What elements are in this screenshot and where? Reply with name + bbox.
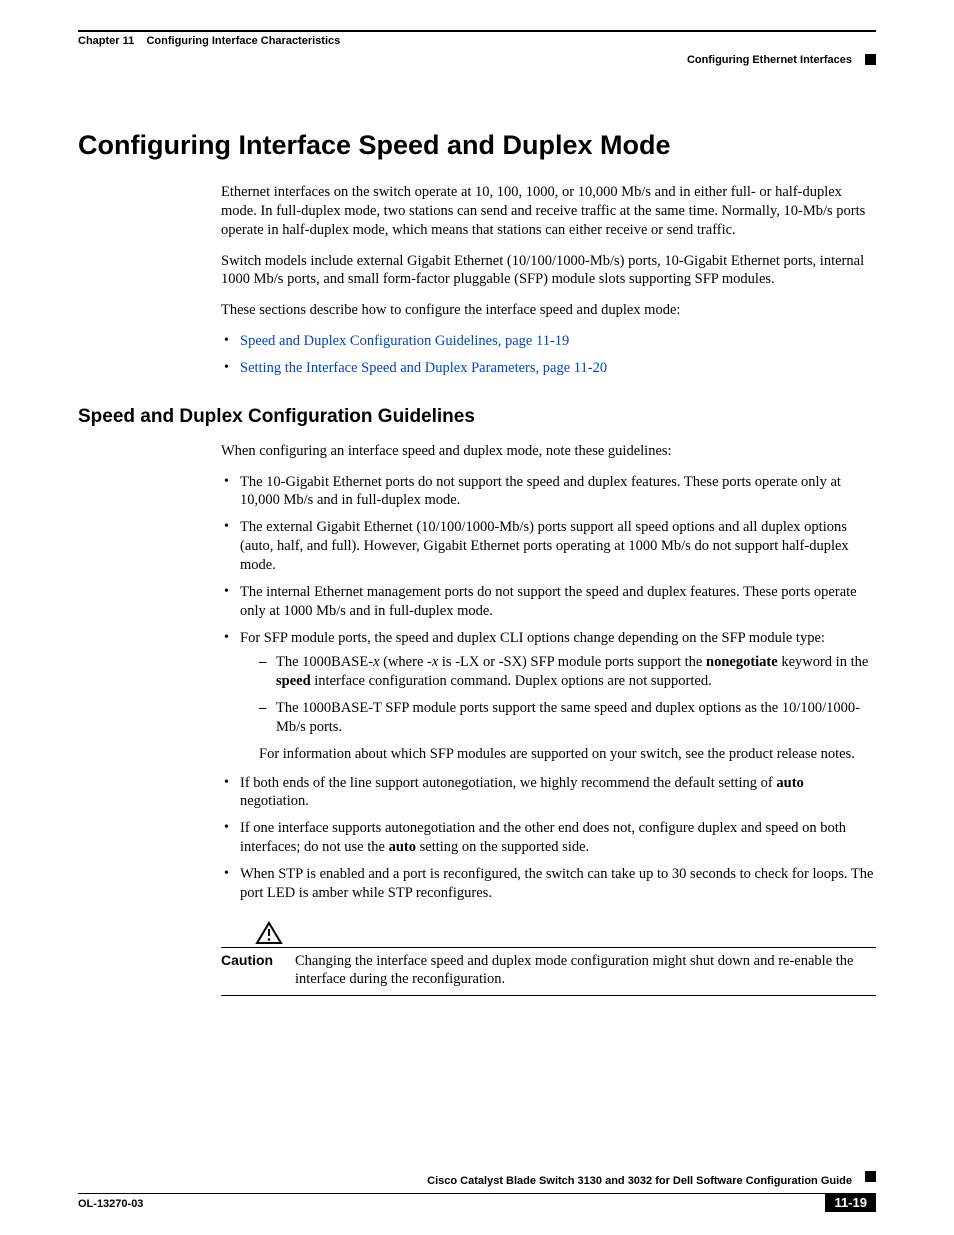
list-item: The internal Ethernet management ports d… — [221, 583, 876, 621]
intro-paragraph: These sections describe how to configure… — [221, 301, 876, 320]
list-item: The 1000BASE-x (where -x is -LX or -SX) … — [240, 653, 876, 691]
footer-block-icon — [865, 1171, 876, 1182]
list-item: The 1000BASE-T SFP module ports support … — [240, 699, 876, 737]
caution-icon — [255, 921, 283, 945]
guidelines-section: When configuring an interface speed and … — [221, 442, 876, 903]
list-item: Setting the Interface Speed and Duplex P… — [221, 359, 876, 378]
header-block-icon — [865, 54, 876, 65]
guidelines-list: The 10-Gigabit Ethernet ports do not sup… — [221, 473, 876, 903]
section-links-list: Speed and Duplex Configuration Guideline… — [221, 332, 876, 378]
list-item: If both ends of the line support autoneg… — [221, 774, 876, 812]
intro-paragraph: Switch models include external Gigabit E… — [221, 252, 876, 290]
footer-page-number: 11-19 — [825, 1193, 876, 1212]
guidelines-intro: When configuring an interface speed and … — [221, 442, 876, 461]
page-title: Configuring Interface Speed and Duplex M… — [78, 130, 876, 161]
list-item: If one interface supports autonegotiatio… — [221, 819, 876, 857]
chapter-title: Configuring Interface Characteristics — [146, 35, 340, 47]
list-item: The external Gigabit Ethernet (10/100/10… — [221, 518, 876, 575]
intro-paragraph: Ethernet interfaces on the switch operat… — [221, 183, 876, 240]
list-item: The 10-Gigabit Ethernet ports do not sup… — [221, 473, 876, 511]
chapter-number: Chapter 11 — [78, 35, 134, 47]
caution-label: Caution — [221, 952, 295, 990]
list-item: When STP is enabled and a port is reconf… — [221, 865, 876, 903]
caution-text: Changing the interface speed and duplex … — [295, 952, 876, 990]
cross-ref-link[interactable]: Setting the Interface Speed and Duplex P… — [240, 360, 607, 376]
sub-note: For information about which SFP modules … — [240, 745, 876, 764]
page-header: Chapter 11 Configuring Interface Charact… — [78, 30, 876, 60]
caution-block: Caution Changing the interface speed and… — [153, 921, 876, 997]
page-footer: Cisco Catalyst Blade Switch 3130 and 303… — [78, 1193, 876, 1217]
list-item: For SFP module ports, the speed and dupl… — [221, 629, 876, 764]
intro-section: Ethernet interfaces on the switch operat… — [221, 183, 876, 378]
header-section: Configuring Ethernet Interfaces — [687, 54, 852, 66]
header-chapter: Chapter 11 Configuring Interface Charact… — [78, 35, 340, 47]
list-item: Speed and Duplex Configuration Guideline… — [221, 332, 876, 351]
footer-doc-number: OL-13270-03 — [78, 1198, 143, 1210]
bullet-text: For SFP module ports, the speed and dupl… — [240, 630, 825, 646]
sub-list: The 1000BASE-x (where -x is -LX or -SX) … — [240, 653, 876, 736]
footer-guide-title: Cisco Catalyst Blade Switch 3130 and 303… — [427, 1175, 852, 1187]
cross-ref-link[interactable]: Speed and Duplex Configuration Guideline… — [240, 333, 569, 349]
section-heading: Speed and Duplex Configuration Guideline… — [78, 406, 876, 428]
